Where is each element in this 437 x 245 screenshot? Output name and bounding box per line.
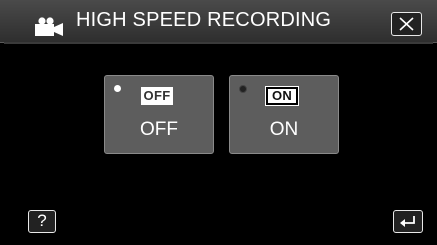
option-on-button[interactable]: ON ON xyxy=(229,75,339,154)
help-icon: ? xyxy=(37,211,47,230)
close-icon xyxy=(399,17,414,31)
return-icon xyxy=(400,216,415,227)
off-icon: OFF xyxy=(141,87,173,105)
option-label-on: ON xyxy=(269,119,299,140)
back-button[interactable] xyxy=(393,210,423,233)
help-button[interactable]: ? xyxy=(28,210,56,233)
header-divider xyxy=(4,42,433,44)
page-title: HIGH SPEED RECORDING xyxy=(76,9,332,31)
option-off-button[interactable]: OFF OFF xyxy=(104,75,214,154)
video-camera-icon xyxy=(35,17,63,36)
on-icon: ON xyxy=(265,86,299,106)
radio-indicator-on xyxy=(239,85,247,93)
close-button[interactable] xyxy=(391,12,422,36)
option-label-off: OFF xyxy=(140,119,178,140)
radio-indicator-off xyxy=(114,85,121,92)
